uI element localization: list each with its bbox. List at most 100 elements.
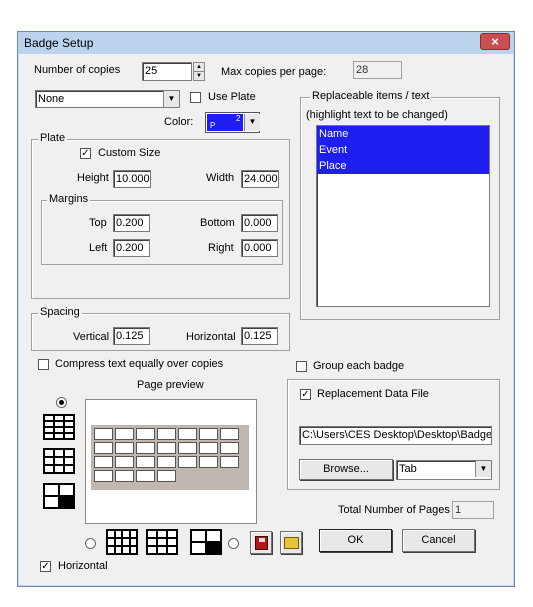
grid-3-row-icon[interactable] (43, 448, 75, 474)
use-plate-checkbox[interactable] (190, 92, 201, 103)
delimiter-value: Tab (399, 463, 417, 475)
grid-cell (130, 539, 136, 545)
grid-4-col-icon[interactable] (106, 529, 138, 555)
list-item[interactable]: Event (317, 142, 489, 158)
spin-down-icon[interactable]: ▼ (194, 72, 204, 80)
grid-cell (45, 428, 53, 432)
layout-radio[interactable] (56, 397, 67, 408)
grid-3-col-icon[interactable] (146, 529, 178, 555)
color-swatch-letter: P (210, 121, 216, 130)
data-file-checkbox[interactable]: ✓ (300, 389, 311, 400)
chevron-down-icon[interactable]: ▼ (163, 91, 179, 107)
grid-cell (55, 434, 63, 438)
grid-cell (45, 422, 53, 426)
total-pages-value: 1 (452, 501, 494, 519)
copies-spinner[interactable]: ▲ ▼ (193, 62, 205, 81)
grid-cell (65, 422, 73, 426)
replaceable-legend: Replaceable items / text (310, 90, 432, 102)
margin-bottom-label: Bottom (200, 217, 235, 229)
margin-left-label: Left (89, 242, 108, 254)
copies-input[interactable]: 25 (142, 62, 192, 81)
grid-2-row-icon[interactable] (43, 483, 75, 509)
replaceable-hint: (highlight text to be changed) (306, 109, 448, 121)
margin-right-input[interactable]: 0.000 (241, 239, 278, 257)
list-item[interactable]: Name (317, 126, 489, 142)
color-picker[interactable]: P 2 ▼ (205, 112, 260, 133)
grid-cell (45, 497, 58, 507)
preview-badge (220, 442, 239, 454)
grid-cell (130, 531, 136, 537)
preview-badge (178, 428, 197, 440)
compress-label: Compress text equally over copies (55, 358, 224, 370)
max-copies-value: 28 (353, 61, 402, 79)
preview-badge (94, 456, 113, 468)
template-select[interactable]: None ▼ (35, 90, 180, 108)
grid-cell (115, 539, 121, 545)
save-button[interactable] (250, 531, 272, 554)
width-label: Width (206, 172, 235, 184)
title-bar[interactable]: Badge Setup × (18, 32, 514, 54)
data-file-path-input[interactable]: C:\Users\CES Desktop\Desktop\Badge (299, 426, 492, 445)
browse-button[interactable]: Browse... (299, 459, 393, 480)
preview-badge (136, 456, 155, 468)
grid-2-col-icon[interactable] (190, 529, 222, 555)
data-file-label: Replacement Data File (317, 388, 429, 400)
floppy-disk-icon (255, 536, 268, 550)
horizontal-layout-radio[interactable] (85, 538, 96, 549)
grid-cell (130, 547, 136, 553)
preview-badge (136, 428, 155, 440)
vertical-layout-radio[interactable] (228, 538, 239, 549)
margin-left-input[interactable]: 0.200 (113, 239, 150, 257)
grid-cell (65, 416, 73, 420)
grid-cell (65, 434, 73, 438)
margin-top-input[interactable]: 0.200 (113, 214, 150, 232)
chevron-down-icon[interactable]: ▼ (244, 114, 260, 131)
replaceable-listbox[interactable]: Name Event Place (316, 125, 490, 307)
grid-cell (148, 547, 156, 553)
margins-legend: Margins (47, 193, 91, 205)
delimiter-select[interactable]: Tab ▼ (396, 460, 492, 480)
margin-bottom-input[interactable]: 0.000 (241, 214, 278, 232)
grid-4-row-icon[interactable] (43, 414, 75, 440)
grid-cell (65, 466, 73, 472)
horizontal-checkbox[interactable]: ✓ (40, 561, 51, 572)
list-item[interactable]: Place (317, 158, 489, 174)
compress-checkbox[interactable] (38, 359, 49, 370)
preview-badge (199, 428, 218, 440)
preview-badge (157, 456, 176, 468)
preview-badge (157, 470, 176, 482)
grid-cell (60, 485, 73, 495)
open-button[interactable] (280, 531, 302, 554)
grid-cell (55, 450, 63, 456)
custom-size-checkbox[interactable]: ✓ (80, 148, 91, 159)
horizontal-spacing-input[interactable]: 0.125 (241, 327, 278, 345)
custom-size-label: Custom Size (98, 147, 161, 159)
height-input[interactable]: 10.000 (113, 170, 151, 188)
grid-cell (168, 531, 176, 537)
preview-badge (199, 456, 218, 468)
preview-badge (199, 442, 218, 454)
grid-cell (158, 547, 166, 553)
grid-cell (45, 466, 53, 472)
grid-cell (65, 458, 73, 464)
ok-button[interactable]: OK (319, 529, 392, 552)
grid-cell (148, 539, 156, 545)
horizontal-spacing-label: Horizontal (186, 331, 236, 343)
close-button[interactable]: × (480, 33, 510, 50)
total-pages-label: Total Number of Pages (338, 504, 450, 516)
chevron-down-icon[interactable]: ▼ (475, 461, 491, 477)
grid-cell (168, 547, 176, 553)
vertical-spacing-input[interactable]: 0.125 (113, 327, 150, 345)
folder-open-icon (284, 537, 299, 549)
spin-up-icon[interactable]: ▲ (194, 63, 204, 72)
cancel-button[interactable]: Cancel (402, 529, 475, 552)
preview-badge (115, 428, 134, 440)
preview-badge (115, 470, 134, 482)
width-input[interactable]: 24.000 (241, 170, 279, 188)
vertical-label: Vertical (73, 331, 110, 343)
grid-cell (158, 531, 166, 537)
margin-top-label: Top (89, 217, 107, 229)
grid-cell (115, 531, 121, 537)
group-badge-checkbox[interactable] (296, 361, 307, 372)
preview-badge (115, 442, 134, 454)
